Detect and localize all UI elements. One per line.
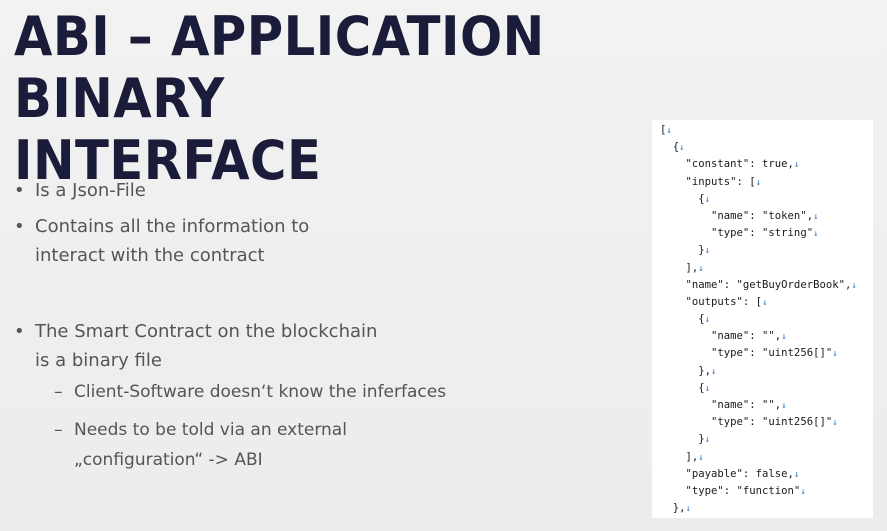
code-line: {↓ (660, 139, 873, 156)
code-line: "outputs": [↓ (660, 294, 873, 311)
code-line-text: } (660, 433, 705, 446)
code-line-text: "payable": false, (660, 467, 794, 480)
code-line-text: { (660, 381, 705, 394)
bullet-text-line-1: Contains all the information to (35, 216, 310, 237)
code-line: "name": "",↓ (660, 328, 873, 345)
bullet-marker: • (14, 180, 25, 201)
code-line-text: "name": "", (660, 399, 782, 411)
return-arrow-icon: ↓ (813, 229, 819, 240)
return-arrow-icon: ↓ (781, 401, 787, 411)
code-line-text: "inputs": [ (660, 175, 756, 188)
return-arrow-icon: ↓ (800, 486, 806, 497)
bullet-text-line-1: The Smart Contract on the blockchain (35, 321, 378, 342)
return-arrow-icon: ↓ (685, 504, 691, 515)
abi-json-code: [↓ {↓ "constant": true,↓ "inputs": [↓ {↓… (652, 120, 873, 517)
code-line-text: "type": "string" (660, 227, 814, 240)
sub-bullet-item-client-software: – Client-Software doesn‘t know the infer… (35, 377, 474, 407)
code-line: }↓ (660, 242, 873, 259)
code-line: },↓ (660, 363, 873, 380)
bullet-marker: • (14, 216, 25, 237)
code-line: ],↓ (660, 449, 873, 466)
code-line: },↓ (660, 500, 873, 517)
code-line-text: { (660, 192, 705, 205)
return-arrow-icon: ↓ (711, 366, 717, 377)
code-line-text: "type": "function" (660, 484, 801, 497)
code-line-text: { (660, 141, 680, 154)
code-line-text: "name": "getBuyOrderBook", (660, 278, 852, 291)
code-line-text: "constant": true, (660, 158, 794, 171)
code-line-text: "type": "uint256[]" (660, 416, 833, 429)
return-arrow-icon: ↓ (781, 332, 787, 343)
code-line-text: }, (660, 364, 712, 377)
code-line-text: "type": "uint256[]" (660, 347, 833, 360)
return-arrow-icon: ↓ (704, 315, 711, 326)
return-arrow-icon: ↓ (851, 280, 857, 291)
code-line: "name": "token",↓ (660, 208, 873, 225)
slide: ABI – APPLICATION BINARY INTERFACE • Is … (0, 0, 887, 531)
code-line-text: { (660, 313, 705, 326)
code-line: [↓ (660, 122, 873, 139)
code-line: "name": "getBuyOrderBook",↓ (660, 277, 873, 294)
code-line-text: } (660, 244, 705, 257)
bullet-item-json-file: • Is a Json-File (14, 176, 474, 205)
sub-bullet-text-line-1: Needs to be told via an external (74, 420, 347, 440)
return-arrow-icon: ↓ (704, 435, 711, 446)
code-line-text: ], (660, 261, 699, 274)
return-arrow-icon: ↓ (813, 211, 819, 222)
code-line: "type": "uint256[]"↓ (660, 345, 873, 362)
bullet-text: Is a Json-File (35, 180, 146, 201)
return-arrow-icon: ↓ (793, 160, 800, 171)
bullet-marker: • (14, 321, 25, 342)
bullet-text-line-2: interact with the contract (35, 245, 265, 266)
code-line-text: "outputs": [ (660, 295, 763, 308)
sub-bullet-text-line-2: „configuration“ -> ABI (74, 450, 263, 470)
return-arrow-icon: ↓ (793, 469, 800, 480)
code-line: "type": "string"↓ (660, 225, 873, 242)
return-arrow-icon: ↓ (762, 297, 768, 308)
code-line: {↓ (660, 380, 873, 397)
return-arrow-icon: ↓ (666, 126, 672, 136)
return-arrow-icon: ↓ (679, 143, 685, 154)
return-arrow-icon: ↓ (832, 418, 838, 429)
sub-bullet-marker: – (54, 420, 63, 440)
code-line: ],↓ (660, 260, 873, 277)
bullet-text-line-2: is a binary file (35, 350, 162, 371)
code-line: "name": "",↓ (660, 397, 873, 414)
return-arrow-icon: ↓ (704, 246, 711, 257)
title-line-1: ABI – APPLICATION BINARY (14, 5, 545, 130)
return-arrow-icon: ↓ (704, 194, 711, 205)
code-line: "type": "function"↓ (660, 483, 873, 500)
code-line: {↓ (660, 311, 873, 328)
bullet-list: • Is a Json-File • Contains all the info… (14, 176, 474, 475)
return-arrow-icon: ↓ (755, 177, 762, 188)
return-arrow-icon: ↓ (698, 263, 704, 274)
abi-json-code-panel: [↓ {↓ "constant": true,↓ "inputs": [↓ {↓… (652, 120, 873, 518)
bullet-item-information: • Contains all the information to intera… (14, 212, 474, 270)
return-arrow-icon: ↓ (698, 452, 704, 463)
code-line: }↓ (660, 431, 873, 448)
return-arrow-icon: ↓ (704, 383, 711, 394)
sub-bullet-list: – Client-Software doesn‘t know the infer… (35, 377, 474, 475)
slide-title: ABI – APPLICATION BINARY INTERFACE (14, 6, 603, 192)
code-line: "constant": true,↓ (660, 156, 873, 173)
sub-bullet-item-configuration: – Needs to be told via an external „conf… (35, 415, 474, 475)
sub-bullet-marker: – (54, 382, 63, 402)
code-line-text: "name": "", (660, 330, 782, 343)
bullet-item-binary-file: • The Smart Contract on the blockchain i… (14, 317, 474, 475)
code-line-text: }, (660, 502, 686, 515)
code-line: "inputs": [↓ (660, 174, 873, 191)
code-line-text: "name": "token", (660, 209, 814, 222)
return-arrow-icon: ↓ (832, 349, 838, 360)
code-line-text: ], (660, 450, 699, 463)
code-line: "type": "uint256[]"↓ (660, 414, 873, 431)
sub-bullet-text: Client-Software doesn‘t know the inferfa… (74, 382, 447, 402)
code-line: "payable": false,↓ (660, 466, 873, 483)
code-line: {↓ (660, 191, 873, 208)
